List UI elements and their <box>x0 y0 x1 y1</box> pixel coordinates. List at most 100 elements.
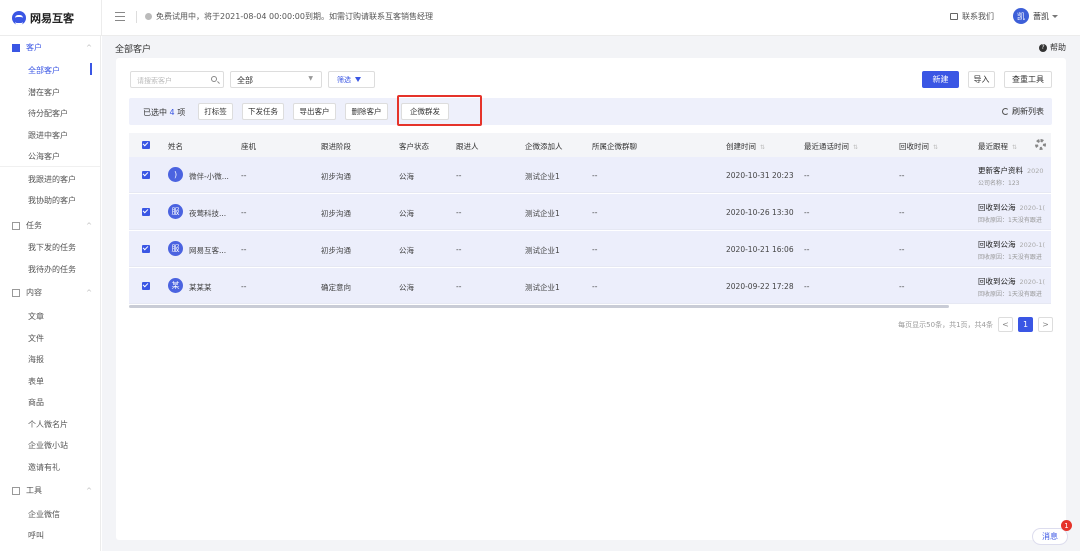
row-checkbox[interactable] <box>142 208 150 216</box>
sidebar-item-public-customers[interactable]: 公海客户 <box>28 151 60 162</box>
user-menu[interactable]: 凯 蔷凯 <box>1013 8 1058 24</box>
filter-label: 筛选 <box>337 75 351 84</box>
column-header-status: 客户状态 <box>399 142 429 151</box>
highlight-box <box>397 95 482 126</box>
column-header-last-call[interactable]: 最近通话时间 ⇅ <box>804 141 858 152</box>
scope-select[interactable]: 全部 ▼ <box>230 71 322 88</box>
messages-button[interactable]: 消息 <box>1032 528 1068 545</box>
activity-detail: 回收原因：1天没有跟进 <box>978 217 1042 224</box>
row-checkbox[interactable] <box>142 282 150 290</box>
sidebar-item-invite-gift[interactable]: 邀请有礼 <box>28 462 60 473</box>
sidebar-group-content[interactable]: 内容 ^ <box>12 287 92 298</box>
table-row[interactable]: 服 夜莺科技... -- 初步沟通 公海 -- 测试企业1 -- 2020-10… <box>129 194 1051 230</box>
sidebar-item-forms[interactable]: 表单 <box>28 376 44 387</box>
customer-name[interactable]: 网易互客... <box>189 245 226 256</box>
table-row[interactable]: ) 微伴-小微... -- 初步沟通 公海 -- 测试企业1 -- 2020-1… <box>129 157 1051 193</box>
contact-us-link[interactable]: 联系我们 <box>950 11 994 22</box>
column-header-recycled[interactable]: 回收时间 ⇅ <box>899 141 938 152</box>
stage-cell: 初步沟通 <box>321 209 351 218</box>
column-header-activity[interactable]: 最近跟程 ⇅ <box>978 141 1017 152</box>
adder-cell: 测试企业1 <box>525 172 560 181</box>
import-button[interactable]: 导入 <box>968 71 995 88</box>
sidebar-item-wecom[interactable]: 企业微信 <box>28 509 60 520</box>
sidebar-item-following-customers[interactable]: 跟进中客户 <box>28 130 68 141</box>
group-cell: -- <box>592 208 598 217</box>
filter-button[interactable]: 筛选 <box>328 71 375 88</box>
row-checkbox[interactable] <box>142 245 150 253</box>
gear-icon[interactable] <box>1035 139 1046 150</box>
sidebar-item-call[interactable]: 呼叫 <box>28 530 44 541</box>
sidebar-item-potential-customers[interactable]: 潜在客户 <box>28 87 60 98</box>
user-name: 蔷凯 <box>1033 11 1049 21</box>
customer-card: 请搜索客户 全部 ▼ 筛选 新建 导入 查重工具 已选中 4 项 打标签 下发任… <box>116 58 1066 540</box>
sidebar-item-mini-site[interactable]: 企业微小站 <box>28 440 68 451</box>
sidebar-group-task[interactable]: 任务 ^ <box>12 220 92 231</box>
customer-name[interactable]: 微伴-小微... <box>189 171 229 182</box>
search-input[interactable]: 请搜索客户 <box>130 71 224 88</box>
last-call-cell: -- <box>804 208 810 217</box>
tag-button[interactable]: 打标签 <box>198 103 233 120</box>
menu-toggle-icon[interactable] <box>115 12 125 21</box>
info-icon <box>145 13 152 20</box>
sidebar-item-all-customers[interactable]: 全部客户 <box>28 65 60 76</box>
customer-icon <box>12 43 20 52</box>
created-cell: 2020-10-21 16:06 <box>726 245 794 254</box>
customer-name[interactable]: 某某某 <box>189 282 212 293</box>
table-row[interactable]: 服 网易互客... -- 初步沟通 公海 -- 测试企业1 -- 2020-10… <box>129 231 1051 267</box>
avatar: 凯 <box>1013 8 1029 24</box>
select-all-checkbox[interactable] <box>142 141 150 149</box>
delete-customers-button[interactable]: 删除客户 <box>345 103 388 120</box>
owner-cell: -- <box>456 171 462 180</box>
sidebar-item-my-customers[interactable]: 我跟进的客户 <box>28 174 76 185</box>
sidebar-item-business-card[interactable]: 个人微名片 <box>28 419 68 430</box>
prev-page-button[interactable]: < <box>998 317 1013 332</box>
column-header-group: 所属企微群聊 <box>592 142 637 151</box>
content-icon <box>12 288 20 297</box>
sidebar-item-posters[interactable]: 海报 <box>28 354 44 365</box>
refresh-list-button[interactable]: 刷新列表 <box>1002 106 1044 117</box>
new-customer-button[interactable]: 新建 <box>922 71 959 88</box>
sidebar-group-tools[interactable]: 工具 ^ <box>12 485 92 496</box>
selected-count: 4 <box>169 108 175 117</box>
created-cell: 2020-09-22 17:28 <box>726 282 794 291</box>
column-header-label: 最近跟程 <box>978 142 1008 151</box>
column-header-adder: 企微添加人 <box>525 142 563 151</box>
page-button[interactable]: 1 <box>1018 317 1033 332</box>
export-customers-button[interactable]: 导出客户 <box>293 103 336 120</box>
dedupe-tool-button[interactable]: 查重工具 <box>1004 71 1052 88</box>
pagination-summary: 每页显示50条，共1页，共4条 <box>898 320 993 329</box>
sidebar-group-label: 任务 <box>26 221 42 230</box>
sidebar-item-articles[interactable]: 文章 <box>28 311 44 322</box>
brand[interactable]: 网易互客 <box>12 10 74 26</box>
sidebar-group-customer[interactable]: 客户 ^ <box>12 42 92 53</box>
refresh-label: 刷新列表 <box>1012 107 1044 116</box>
row-checkbox[interactable] <box>142 171 150 179</box>
customer-name[interactable]: 夜莺科技... <box>189 208 226 219</box>
search-placeholder: 请搜索客户 <box>137 77 172 85</box>
sidebar-item-assisted-customers[interactable]: 我协助的客户 <box>28 195 76 206</box>
help-link[interactable]: ? 帮助 <box>1039 42 1066 53</box>
sidebar-item-issued-tasks[interactable]: 我下发的任务 <box>28 242 76 253</box>
activity-time: 2020-1( <box>1019 204 1046 212</box>
activity-cell: 更新客户资料 2020 <box>978 165 1044 176</box>
sidebar-item-unassigned-customers[interactable]: 待分配客户 <box>28 108 68 119</box>
horizontal-scrollbar[interactable] <box>129 305 949 308</box>
table-row[interactable]: 某 某某某 -- 确定意向 公海 -- 测试企业1 -- 2020-09-22 … <box>129 268 1051 304</box>
column-header-created[interactable]: 创建时间 ⇅ <box>726 141 765 152</box>
sidebar-item-files[interactable]: 文件 <box>28 333 44 344</box>
activity-cell: 回收到公海 2020-1( <box>978 276 1045 287</box>
sidebar-item-products[interactable]: 商品 <box>28 397 44 408</box>
status-cell: 公海 <box>399 209 414 218</box>
messages-label: 消息 <box>1042 532 1058 541</box>
issue-task-button[interactable]: 下发任务 <box>242 103 284 120</box>
sidebar-item-todo-tasks[interactable]: 我待办的任务 <box>28 264 76 275</box>
column-header-name[interactable]: 姓名 <box>168 141 183 152</box>
adder-cell: 测试企业1 <box>525 283 560 292</box>
chevron-up-icon: ^ <box>86 44 92 52</box>
column-header-label: 最近通话时间 <box>804 142 849 151</box>
main-area: 全部客户 ? 帮助 请搜索客户 全部 ▼ 筛选 新建 导入 查重工具 已选中 4… <box>102 36 1080 551</box>
group-cell: -- <box>592 245 598 254</box>
page-title: 全部客户 <box>115 45 152 55</box>
activity-title: 回收到公海 <box>978 203 1016 212</box>
next-page-button[interactable]: > <box>1038 317 1053 332</box>
